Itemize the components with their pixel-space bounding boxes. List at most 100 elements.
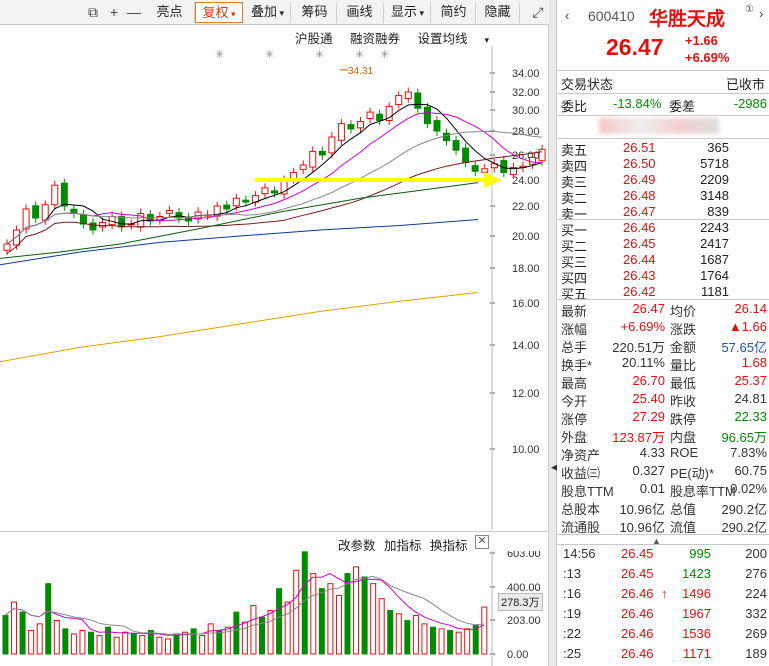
quote-panel: ‹ 600410 华胜天成 ① › 26.47 +1.66 +6.69% 交易状… (557, 0, 769, 666)
fullscreen-icon[interactable]: ⤢ (528, 3, 548, 22)
volume-bar (156, 636, 163, 655)
margin-trading-button[interactable]: 融资融券 (350, 32, 400, 46)
toolbar-button-1[interactable]: 复权 ▾ (195, 2, 243, 23)
volume-header: 改参数 加指标 换指标 ✕ (0, 531, 549, 553)
volume-bar (293, 569, 300, 655)
volume-bar (327, 583, 334, 655)
toolbar-button-4[interactable]: 画线 (336, 2, 384, 23)
toolbar-button-5[interactable]: 显示 ▾ (385, 2, 431, 23)
ma-settings-button[interactable]: 设置均线 ▾ (418, 32, 490, 46)
candle-body (471, 165, 479, 172)
restore-icon[interactable]: ⧉ (83, 3, 103, 22)
volume-bar (139, 635, 146, 655)
bids-row[interactable]: 买四 26.43 1764 (557, 268, 769, 286)
candle-body (337, 123, 345, 141)
asks-row[interactable]: 卖二 26.48 3148 (557, 188, 769, 206)
stat-value: 4.33 (639, 445, 665, 460)
candle-body (414, 92, 422, 109)
asks-price: 26.48 (623, 188, 656, 203)
hk-connect-button[interactable]: 沪股通 (295, 32, 333, 46)
ma60-line (0, 182, 479, 259)
candle-body (3, 243, 11, 251)
volume-tick-label: 203.00 (507, 615, 541, 627)
tick-time: :16 (563, 586, 582, 601)
stat-label: 涨幅 (561, 322, 588, 337)
bids-row[interactable]: 买三 26.44 1687 (557, 252, 769, 270)
volume-bar (113, 636, 120, 655)
bids-row[interactable]: 买一 26.46 2243 (557, 220, 769, 238)
price-tick-label: 12.00 (512, 388, 540, 400)
toolbar-button-7[interactable]: 隐藏 (476, 2, 520, 23)
price-tick-label: 20.00 (512, 231, 540, 243)
asks-price: 26.47 (623, 204, 656, 219)
stat-label: 最新 (561, 304, 588, 319)
asks-volume: 365 (707, 140, 729, 155)
asks-row[interactable]: 卖五 26.51 365 (557, 140, 769, 158)
chart-toolbar: ⧉ + — 亮点 复权 ▾ 叠加 ▾ 筹码 画线 显示 ▾ 简约 隐藏 ⤢ (0, 0, 549, 25)
stat-value: 26.47 (632, 301, 665, 316)
tick-count: 332 (745, 606, 767, 621)
volume-chart[interactable]: 603.00400.00203.000.00 (0, 551, 549, 666)
volume-bar (130, 633, 137, 655)
kline-chart-pane[interactable]: ⧉ + — 亮点 复权 ▾ 叠加 ▾ 筹码 画线 显示 ▾ 简约 隐藏 ⤢ 沪股通 融资融券 … (0, 0, 549, 666)
event-star-icon: ✳ (215, 49, 224, 61)
stat-value: 22.33 (734, 409, 767, 424)
toolbar-button-0[interactable]: 亮点 (145, 2, 195, 23)
price-tick-label: 10.00 (512, 444, 540, 456)
last-price: 26.47 (606, 34, 664, 60)
stat-value: 123.87万 (612, 430, 665, 445)
stat-label: 今开 (561, 394, 588, 409)
asks-row[interactable]: 卖四 26.50 5718 (557, 156, 769, 174)
ma5-line (6, 103, 543, 245)
bids-row[interactable]: 买二 26.45 2417 (557, 236, 769, 254)
stat-value: 1.68 (741, 355, 767, 370)
tick-count: 224 (745, 586, 767, 601)
volume-bar (250, 604, 257, 655)
candle-body (328, 136, 336, 154)
price-chart[interactable]: 34.0032.0030.0028.0026.0024.0022.0020.00… (0, 46, 549, 530)
volume-bar (387, 609, 394, 655)
candle-body (443, 132, 451, 142)
candle-body (165, 210, 173, 214)
candle-body (13, 229, 21, 246)
high-price-marker: 34.31 (348, 66, 373, 77)
tick-price: 26.46 (621, 646, 654, 661)
pane-splitter[interactable] (549, 0, 557, 666)
next-stock-icon[interactable]: › (759, 6, 763, 21)
ad-banner[interactable] (599, 118, 719, 134)
candle-body (433, 120, 441, 132)
info-icon[interactable]: ① (745, 4, 754, 15)
bids-row[interactable]: 买五 26.42 1181 (557, 284, 769, 302)
dropdown-icon: ▾ (276, 8, 285, 18)
price-tick-label: 18.00 (512, 263, 540, 275)
ma20-line (6, 151, 543, 254)
tick-row: :22 26.46 1536 269 (557, 626, 769, 644)
toolbar-button-label: 亮点 (156, 4, 183, 19)
toolbar-button-2[interactable]: 叠加 ▾ (245, 2, 291, 23)
asks-row[interactable]: 卖一 26.47 839 (557, 204, 769, 222)
bids-volume: 2243 (700, 220, 729, 235)
stat-value: 26.70 (632, 373, 665, 388)
zoom-out-icon[interactable]: — (124, 3, 144, 22)
volume-bar (105, 626, 112, 655)
candle-body (99, 222, 107, 228)
volume-bar (472, 625, 479, 655)
asks-row[interactable]: 卖三 26.49 2209 (557, 172, 769, 190)
stat-row: 流通股 10.96亿 流值 290.2亿 (557, 517, 769, 535)
zoom-in-icon[interactable]: + (104, 3, 124, 22)
toolbar-button-3[interactable]: 筹码 (293, 2, 337, 23)
candle-body (538, 148, 546, 162)
stock-terminal: ⧉ + — 亮点 复权 ▾ 叠加 ▾ 筹码 画线 显示 ▾ 简约 隐藏 ⤢ 沪股通 融资融券 … (0, 0, 769, 666)
toolbar-button-6[interactable]: 简约 (432, 2, 476, 23)
candle-body (22, 208, 30, 230)
candle-body (271, 190, 279, 194)
close-icon[interactable]: ✕ (475, 535, 489, 549)
stat-row: 外盘 123.87万 内盘 96.65万 (557, 427, 769, 445)
candle-body (318, 150, 326, 156)
stat-value: 220.51万 (612, 340, 665, 355)
prev-stock-icon[interactable]: ‹ (565, 8, 569, 23)
volume-bar (455, 631, 462, 655)
weibi-row: 委比 -13.84% 委差 -2986 (561, 96, 767, 114)
stat-label: 收益㈢ (561, 466, 601, 481)
stat-row: 总股本 10.96亿 总值 290.2亿 (557, 499, 769, 517)
